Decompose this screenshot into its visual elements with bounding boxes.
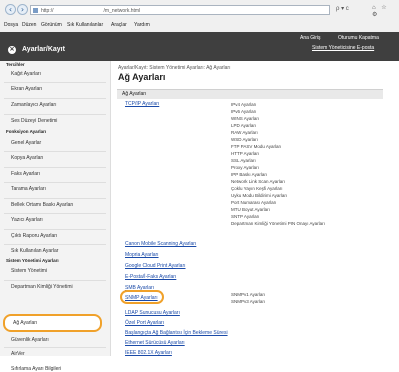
- sidebar-item-reset-info[interactable]: Sıfırlama Ayarı Bilgileri: [11, 366, 61, 372]
- menu-view[interactable]: Görünüm: [41, 22, 62, 28]
- divider: [4, 98, 106, 99]
- list-item: Uyku Modu Bildirimi Ayarları: [231, 193, 288, 198]
- sidebar-item-department-id[interactable]: Departman Kimliği Yönetimi: [11, 284, 73, 290]
- list-item: RAW Ayarları: [231, 130, 258, 135]
- dedicated-port-link[interactable]: Özel Port Ayarları: [125, 320, 164, 326]
- list-item: IPP Baskı Ayarları: [231, 172, 268, 177]
- logout-link[interactable]: Oturumu Kapatma: [338, 35, 379, 41]
- list-item: IPv4 Ayarları: [231, 102, 257, 107]
- sidebar-item-system-management[interactable]: Sistem Yönetimi: [11, 268, 47, 274]
- breadcrumb: Ayarlar/Kayıt: Sistem Yönetimi Ayarları:…: [118, 65, 231, 71]
- ethernet-driver-link[interactable]: Ethernet Sürücüsü Ayarları: [125, 340, 185, 346]
- sidebar-item-printer[interactable]: Yazıcı Ayarları: [11, 217, 43, 223]
- tcpip-settings-link[interactable]: TCP/IP Ayarları: [125, 101, 159, 107]
- divider: [4, 229, 106, 230]
- google-cloud-print-link[interactable]: Google Cloud Print Ayarları: [125, 263, 186, 269]
- back-button[interactable]: ‹: [5, 4, 16, 15]
- sidebar-item-network-highlight[interactable]: Ağ Ayarları: [3, 314, 102, 332]
- forward-arrow-icon: ›: [20, 5, 25, 14]
- divider: [4, 82, 106, 83]
- page-favicon-icon: [33, 8, 38, 13]
- sidebar-item-airver[interactable]: AirVer: [11, 351, 25, 357]
- ldap-server-link[interactable]: LDAP Sunucusu Ayarları: [125, 310, 180, 316]
- sidebar-head-system: Sistem Yönetimi Ayarları: [6, 258, 59, 263]
- menu-favorites[interactable]: Sık Kullanılanlar: [67, 22, 103, 28]
- divider: [4, 167, 106, 168]
- list-item: HTTP Ayarları: [231, 151, 260, 156]
- menu-file[interactable]: Dosya: [4, 22, 18, 28]
- sidebar-item-paper[interactable]: Kağıt Ayarları: [11, 71, 41, 77]
- list-item: Departman Kimliği Yönetimi PIN Onayı Aya…: [231, 221, 325, 226]
- section-header-label: Ağ Ayarları: [122, 91, 147, 97]
- mopria-link[interactable]: Mopria Ayarları: [125, 252, 159, 258]
- canon-mobile-scanning-link[interactable]: Canon Mobile Scanning Ayarları: [125, 241, 196, 247]
- sidebar-item-fax[interactable]: Faks Ayarları: [11, 171, 40, 177]
- menu-edit[interactable]: Düzen: [22, 22, 36, 28]
- address-bar[interactable]: http:// /m_network.html: [30, 5, 330, 15]
- divider: [4, 198, 106, 199]
- snmp-settings-link[interactable]: SNMP Ayarları: [125, 295, 158, 301]
- browser-chrome: ‹ › http:// /m_network.html ρ ▾ c ⌂ ☆ ⚙ D…: [0, 0, 399, 33]
- list-item: SSL Ayarları: [231, 158, 256, 163]
- divider: [4, 213, 106, 214]
- main-content: Ayarlar/Kayıt: Sistem Yönetimi Ayarları:…: [111, 61, 399, 356]
- list-item: IPv6 Ayarları: [231, 109, 257, 114]
- menu-bar: Dosya Düzen Görünüm Sık Kullanılanlar Ar…: [0, 21, 399, 30]
- menu-help[interactable]: Yardım: [134, 22, 150, 28]
- list-item: MTU Boyut Ayarları: [231, 207, 270, 212]
- list-item: Network Link Scan Ayarları: [231, 179, 285, 184]
- list-item: Çoklu Yayın Keşfi Ayarları: [231, 186, 283, 191]
- list-item: Proxy Ayarları: [231, 165, 259, 170]
- page-title: Ağ Ayarları: [118, 72, 166, 82]
- list-item: Port Numarası Ayarları: [231, 200, 277, 205]
- menu-tools[interactable]: Araçlar: [111, 22, 127, 28]
- sidebar-item-favorites[interactable]: Sık Kullanılan Ayarlar: [11, 248, 58, 254]
- app-title: Ayarlar/Kayıt: [22, 46, 65, 53]
- back-arrow-icon: ‹: [8, 5, 13, 14]
- divider: [4, 280, 106, 281]
- sidebar-item-volume[interactable]: Ses Düzeyi Denetimi: [11, 118, 57, 124]
- sidebar-item-general[interactable]: Genel Ayarlar: [11, 140, 41, 146]
- divider: [4, 182, 106, 183]
- sidebar-head-functions: Fonksiyon Ayarları: [6, 129, 47, 134]
- list-item: SNMPv3 Ayarları: [231, 299, 266, 304]
- email-ifax-link[interactable]: E-Posta/İ-Faks Ayarları: [125, 274, 176, 280]
- list-item: LPD Ayarları: [231, 123, 257, 128]
- sidebar-item-memory-media[interactable]: Bellek Ortamı Baskı Ayarları: [11, 202, 73, 208]
- sidebar: Tercihler Kağıt Ayarları Ekran Ayarları …: [0, 61, 111, 357]
- divider: [4, 151, 106, 152]
- app-header: Ana Giriş Oturumu Kapatma Sistem Yönetic…: [0, 32, 399, 61]
- url-path: /m_network.html: [103, 8, 141, 14]
- home-link[interactable]: Ana Giriş: [300, 35, 321, 41]
- divider: [4, 244, 106, 245]
- url-prefix: http://: [41, 8, 54, 14]
- sidebar-item-display[interactable]: Ekran Ayarları: [11, 86, 42, 92]
- ieee8021x-link[interactable]: IEEE 802.1X Ayarları: [125, 350, 172, 356]
- list-item: SNTP Ayarları: [231, 214, 260, 219]
- list-item: WINS Ayarları: [231, 116, 260, 121]
- divider: [4, 347, 106, 348]
- forward-button[interactable]: ›: [17, 4, 28, 15]
- sidebar-item-output-report[interactable]: Çıktı Raporu Ayarları: [11, 233, 57, 239]
- divider: [4, 114, 106, 115]
- settings-logo-icon: ✕: [8, 46, 16, 54]
- address-actions[interactable]: ρ ▾ c: [336, 5, 349, 12]
- sidebar-item-copy[interactable]: Kopya Ayarları: [11, 155, 43, 161]
- list-item: FTP PASV Modu Ayarları: [231, 144, 282, 149]
- email-system-manager-link[interactable]: Sistem Yöneticisine E-posta: [312, 45, 374, 51]
- section-header: Ağ Ayarları: [117, 89, 383, 99]
- sidebar-head-preferences: Tercihler: [6, 62, 25, 67]
- startup-wait-time-link[interactable]: Başlangıçta Ağ Bağlantısı İçin Bekleme S…: [125, 330, 228, 336]
- toolbar-icons[interactable]: ⌂ ☆ ⚙: [372, 4, 399, 18]
- snmp-highlight[interactable]: SNMP Ayarları: [120, 290, 164, 304]
- sidebar-item-scan[interactable]: Tarama Ayarları: [11, 186, 46, 192]
- list-item: SNMPv1 Ayarları: [231, 292, 266, 297]
- address-url: http:// /m_network.html: [41, 8, 140, 14]
- list-item: WSD Ayarları: [231, 137, 258, 142]
- sidebar-item-network[interactable]: Ağ Ayarları: [13, 320, 37, 326]
- sidebar-item-security[interactable]: Güvenlik Ayarları: [11, 337, 49, 343]
- sidebar-item-timer[interactable]: Zamanlayıcı Ayarları: [11, 102, 56, 108]
